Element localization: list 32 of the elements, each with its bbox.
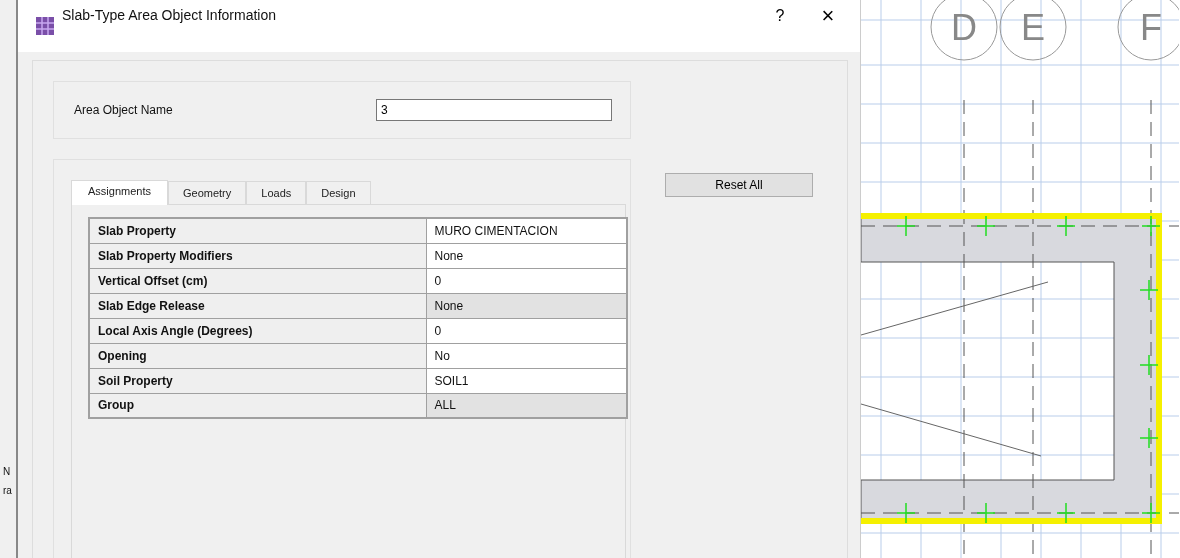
tab[interactable]: Assignments [71, 180, 168, 205]
property-name: Opening [89, 343, 426, 368]
grid-icon [36, 17, 54, 35]
background-text: ra [3, 485, 13, 496]
property-name: Local Axis Angle (Degrees) [89, 318, 426, 343]
help-button[interactable]: ? [760, 5, 800, 47]
property-name: Group [89, 393, 426, 418]
grid-label: D [951, 7, 977, 48]
property-value[interactable]: 0 [426, 318, 627, 343]
close-button[interactable]: × [808, 1, 848, 51]
property-name: Slab Property Modifiers [89, 243, 426, 268]
grid-label: E [1021, 7, 1045, 48]
property-value[interactable]: None [426, 243, 627, 268]
property-value[interactable]: 0 [426, 268, 627, 293]
tab[interactable]: Design [306, 181, 371, 204]
background-text: N [3, 466, 12, 477]
property-value[interactable]: MURO CIMENTACION [426, 218, 627, 243]
name-field[interactable]: 3 [376, 99, 612, 121]
property-value[interactable]: ALL [426, 393, 627, 418]
tab[interactable]: Loads [246, 181, 307, 204]
property-value[interactable]: None [426, 293, 627, 318]
property-name: Vertical Offset (cm) [89, 268, 426, 293]
field-label: Area Object Name [74, 103, 174, 117]
reset-button[interactable]: Reset All [665, 173, 813, 197]
property-name: Slab Edge Release [89, 293, 426, 318]
window-title: Slab-Type Area Object Information [62, 7, 277, 25]
property-value[interactable]: No [426, 343, 627, 368]
property-name: Slab Property [89, 218, 426, 243]
property-name: Soil Property [89, 368, 426, 393]
tab[interactable]: Geometry [168, 181, 247, 204]
grid-label: F [1140, 7, 1162, 48]
property-value[interactable]: SOIL1 [426, 368, 627, 393]
